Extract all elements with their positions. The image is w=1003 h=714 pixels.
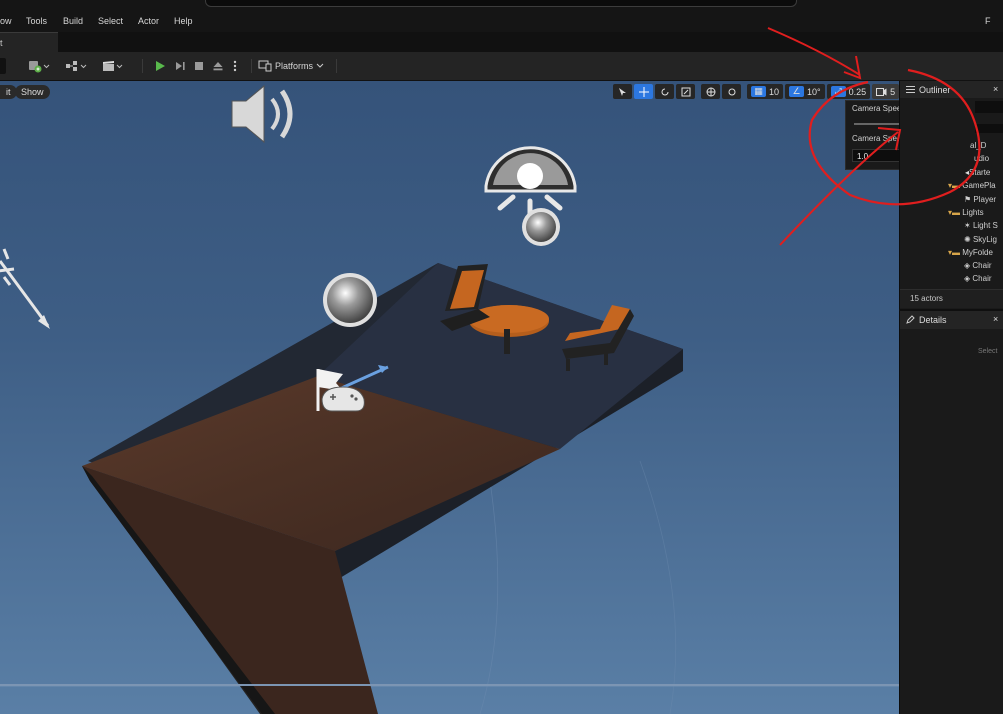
actor-count: 15 actors [910, 294, 943, 303]
close-icon[interactable]: × [993, 314, 998, 324]
static-mesh-icon: ◈ [964, 261, 971, 270]
menu-help[interactable]: Help [174, 16, 193, 26]
outliner-item[interactable]: ◈ Chair [964, 274, 992, 283]
viewport-bottom-line [0, 684, 899, 686]
menu-build[interactable]: Build [63, 16, 83, 26]
platforms-icon [258, 60, 272, 72]
cursor-icon [619, 87, 626, 96]
surface-snap-button[interactable] [722, 84, 741, 99]
add-actor-button[interactable] [26, 58, 52, 74]
scale-mode-button[interactable] [676, 84, 695, 99]
level-tab[interactable]: t [0, 32, 58, 53]
platforms-button[interactable]: Platforms [258, 58, 324, 74]
clapperboard-icon [103, 61, 123, 71]
search-box[interactable] [205, 0, 797, 7]
show-label: Show [21, 87, 44, 97]
advance-frame-button[interactable] [171, 58, 189, 74]
actor-count-bar: 15 actors [900, 289, 1003, 308]
play-icon [156, 61, 165, 71]
eject-button[interactable] [209, 58, 227, 74]
blueprint-button[interactable] [64, 58, 90, 74]
blueprint-icon [66, 61, 87, 71]
translate-mode-button[interactable] [634, 84, 653, 99]
level-tab-label: t [0, 38, 3, 48]
menu-actor[interactable]: Actor [138, 16, 159, 26]
skip-forward-icon [176, 62, 185, 70]
globe-icon [706, 87, 715, 96]
cinematics-button[interactable] [100, 58, 126, 74]
add-actor-icon [29, 61, 50, 73]
toolbar-divider [251, 59, 252, 73]
details-tab[interactable]: Details × [900, 311, 1003, 329]
toolbar-divider [336, 59, 337, 73]
outliner-item[interactable]: ◈ Chair [964, 261, 992, 270]
eject-icon [213, 62, 223, 71]
play-button[interactable] [151, 58, 169, 74]
menu-select[interactable]: Select [98, 16, 123, 26]
stop-button[interactable] [190, 58, 208, 74]
static-mesh-icon: ◈ [964, 274, 971, 283]
title-bar [0, 0, 1003, 12]
scale-icon [681, 87, 690, 96]
world-local-button[interactable] [701, 84, 720, 99]
rotate-mode-button[interactable] [655, 84, 674, 99]
menu-window[interactable]: ow [0, 16, 12, 26]
more-vertical-icon [233, 60, 237, 72]
details-title: Details [919, 315, 947, 325]
play-options-button[interactable] [229, 58, 241, 74]
save-button[interactable] [0, 58, 6, 74]
annotation-overlay [767, 27, 981, 246]
perspective-label: it [6, 87, 11, 97]
move-icon [638, 86, 649, 97]
platforms-label: Platforms [275, 61, 314, 71]
surface-snap-icon [728, 88, 735, 95]
show-button[interactable]: Show [15, 85, 50, 99]
chevron-down-icon [316, 63, 324, 68]
pencil-icon [906, 315, 915, 324]
outliner-item-label: Chair [972, 274, 992, 283]
details-panel [899, 311, 1003, 714]
stop-icon [195, 62, 203, 70]
details-empty-hint: Select [978, 348, 998, 355]
select-mode-button[interactable] [613, 84, 632, 99]
rotate-icon [661, 88, 668, 95]
toolbar-divider [142, 59, 143, 73]
menu-tools[interactable]: Tools [26, 16, 47, 26]
outliner-item-label: Chair [972, 261, 992, 270]
